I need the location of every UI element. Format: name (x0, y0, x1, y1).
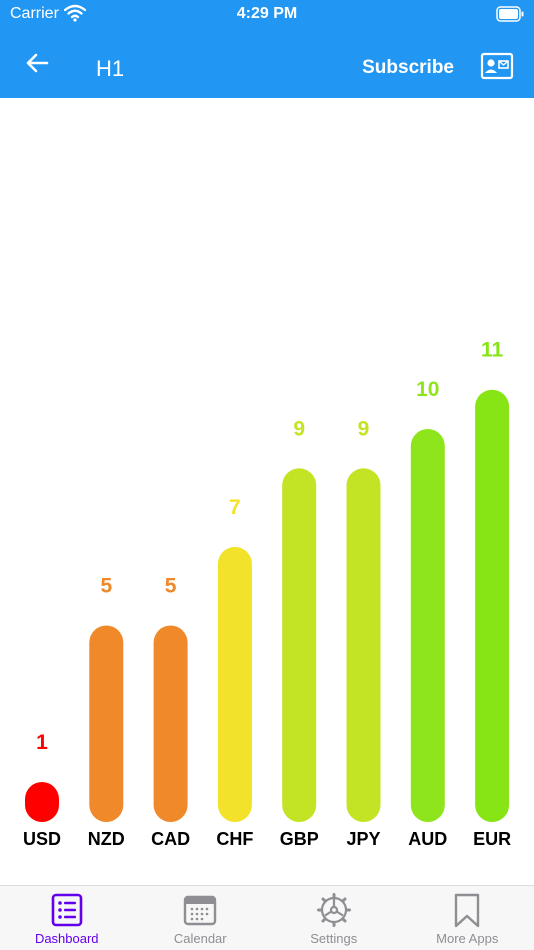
calendar-icon (182, 892, 218, 928)
tab-settings-label: Settings (310, 931, 358, 946)
bar-eur (475, 389, 510, 822)
category-label-gbp: GBP (280, 829, 319, 849)
value-label-gbp: 9 (293, 417, 305, 440)
tab-bar: Dashboard Calendar Settings More Apps (0, 885, 534, 950)
status-time: 4:29 PM (236, 5, 298, 22)
subscribe-button[interactable]: Subscribe (362, 57, 454, 79)
category-label-eur: EUR (473, 829, 511, 849)
page-title: H1 (96, 56, 125, 81)
strength-bar-chart: 1 USD 5 NZD 5 CAD 7 CHF 9 GBP 9 JPY 10 AUD 11 EUR (0, 98, 534, 885)
tab-calendar[interactable]: Calendar (134, 886, 268, 950)
back-arrow-icon[interactable] (22, 48, 54, 80)
tab-more-apps-label: More Apps (436, 931, 499, 946)
bar-jpy (346, 468, 381, 822)
value-label-eur: 11 (481, 339, 504, 362)
list-icon (49, 892, 85, 928)
chart-canvas: 1 USD 5 NZD 5 CAD 7 CHF 9 GBP 9 JPY 10 AUD 11 EUR (23, 339, 511, 849)
category-label-jpy: JPY (346, 829, 380, 849)
bar-usd (25, 782, 59, 822)
category-label-nzd: NZD (88, 829, 125, 849)
bar-nzd (89, 625, 124, 822)
value-label-nzd: 5 (100, 575, 112, 598)
gear-icon (316, 892, 352, 928)
value-label-aud: 10 (416, 378, 439, 401)
bar-chf (217, 546, 252, 822)
category-label-chf: CHF (216, 829, 253, 849)
value-label-chf: 7 (229, 496, 241, 519)
category-label-usd: USD (23, 829, 61, 849)
value-label-jpy: 9 (358, 417, 370, 440)
category-label-cad: CAD (151, 829, 190, 849)
bar-cad (153, 625, 188, 822)
bar-aud (410, 429, 445, 822)
app-header: Carrier 4:29 PM H1 Subscribe (0, 0, 534, 98)
tab-calendar-label: Calendar (173, 931, 227, 946)
bar-gbp (282, 468, 317, 822)
value-label-usd: 1 (36, 731, 48, 754)
status-bar: Carrier 4:29 PM (0, 0, 534, 30)
bookmark-icon (449, 892, 485, 928)
navigation-bar: H1 Subscribe (0, 36, 534, 98)
tab-more-apps[interactable]: More Apps (401, 886, 534, 950)
tab-dashboard-label: Dashboard (34, 931, 99, 946)
category-label-aud: AUD (408, 829, 447, 849)
tab-dashboard[interactable]: Dashboard (0, 886, 134, 950)
battery-icon (496, 6, 524, 27)
contact-card-icon[interactable] (480, 52, 514, 80)
value-label-cad: 5 (165, 575, 177, 598)
tab-settings[interactable]: Settings (267, 886, 401, 950)
